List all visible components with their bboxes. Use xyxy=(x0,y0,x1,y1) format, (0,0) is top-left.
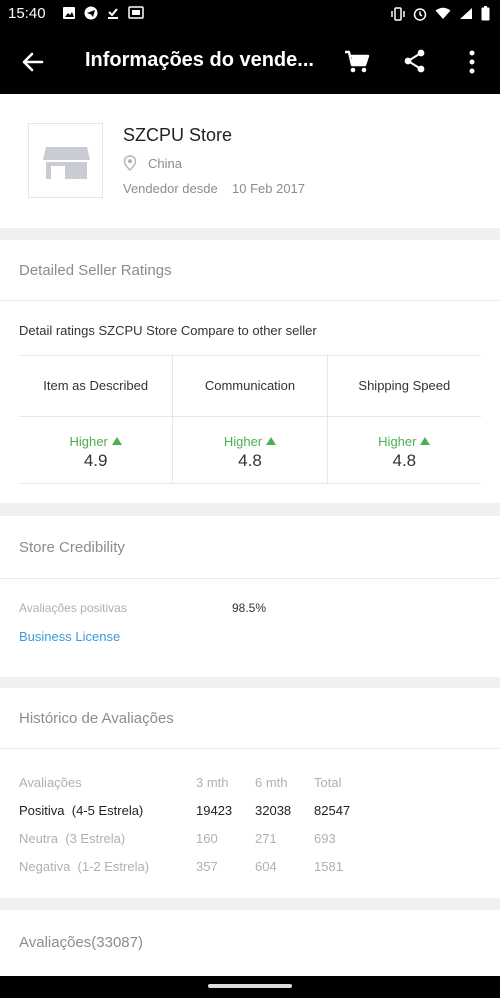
arrow-up-icon xyxy=(420,437,431,445)
section-title-ratings: Detailed Seller Ratings xyxy=(19,262,172,279)
arrow-left-icon xyxy=(22,52,44,72)
divider xyxy=(0,748,500,749)
cart-icon xyxy=(345,50,370,73)
store-icon xyxy=(43,147,90,179)
rating-column-item-described: Item as Described Higher 4.9 xyxy=(19,356,174,483)
rating-value: 4.8 xyxy=(392,451,417,470)
seller-card: SZCPU Store China Vendedor desde 10 Feb … xyxy=(0,94,500,228)
rating-column-shipping-speed: Shipping Speed Higher 4.8 xyxy=(327,356,481,483)
page-title: Informações do vende... xyxy=(85,49,314,71)
telegram-icon xyxy=(84,6,98,20)
rating-label: Communication xyxy=(173,356,327,417)
positive-ratings-label: Avaliações positivas xyxy=(19,601,127,615)
image-icon xyxy=(63,7,75,19)
divider xyxy=(0,578,500,579)
app-bar: Informações do vende... xyxy=(0,28,500,94)
history-header-label: Avaliações xyxy=(19,775,82,790)
rating-history-card: Histórico de Avaliações Avaliações 3 mth… xyxy=(0,688,500,898)
notification-icons xyxy=(62,6,144,20)
home-gesture-handle[interactable] xyxy=(208,984,292,988)
history-row-positive-total: 82547 xyxy=(314,803,351,818)
store-logo xyxy=(28,123,103,198)
status-bar: 15:40 xyxy=(0,0,500,28)
comparison-text: Higher xyxy=(69,434,108,449)
share-button[interactable] xyxy=(402,48,428,74)
cart-button[interactable] xyxy=(343,48,371,76)
rating-label: Shipping Speed xyxy=(327,356,481,417)
business-license-link[interactable]: Business License xyxy=(19,629,120,644)
history-row-neutral-3mth: 160 xyxy=(196,831,218,846)
arrow-up-icon xyxy=(266,437,277,445)
rating-column-communication: Communication Higher 4.8 xyxy=(173,356,328,483)
history-row-positive-6mth: 32038 xyxy=(255,803,292,818)
seller-since-date: 10 Feb 2017 xyxy=(232,181,306,196)
rating-comparison: Higher xyxy=(173,434,326,449)
positive-ratings-value: 98.5% xyxy=(232,601,267,615)
share-icon xyxy=(404,49,425,73)
detailed-ratings-card: Detailed Seller Ratings Detail ratings S… xyxy=(0,240,500,503)
back-button[interactable] xyxy=(20,49,46,75)
rating-comparison: Higher xyxy=(328,434,481,449)
rating-value: 4.8 xyxy=(238,451,262,470)
divider xyxy=(0,300,500,301)
wifi-icon xyxy=(435,7,451,19)
comparison-text: Higher xyxy=(223,434,263,449)
battery-icon xyxy=(481,6,490,21)
signal-icon xyxy=(460,8,472,19)
download-done-icon xyxy=(108,8,118,19)
more-options-button[interactable] xyxy=(460,48,484,76)
rating-comparison: Higher xyxy=(19,434,172,449)
rating-label: Item as Described xyxy=(19,356,173,417)
store-country: China xyxy=(148,156,182,171)
rating-value: 4.9 xyxy=(83,451,108,470)
arrow-up-icon xyxy=(111,437,122,445)
status-time: 15:40 xyxy=(8,5,46,22)
history-row-negative-label: Negativa (1-2 Estrela) xyxy=(19,859,150,874)
reviews-card[interactable]: Avaliações(33087) xyxy=(0,910,500,976)
vibrate-icon xyxy=(391,6,405,21)
history-row-negative-3mth: 357 xyxy=(196,859,218,874)
reviews-title: Avaliações(33087) xyxy=(19,934,143,951)
history-row-positive-3mth: 19423 xyxy=(196,803,233,818)
history-header-3mth: 3 mth xyxy=(196,775,229,790)
alarm-icon xyxy=(413,7,427,21)
section-title-history: Histórico de Avaliações xyxy=(19,710,174,727)
history-row-positive-label: Positiva (4-5 Estrela) xyxy=(19,803,144,818)
history-header-6mth: 6 mth xyxy=(255,775,288,790)
history-header-total: Total xyxy=(314,775,342,790)
store-name: SZCPU Store xyxy=(123,125,233,145)
history-row-negative-6mth: 604 xyxy=(255,859,277,874)
ratings-table: Item as Described Higher 4.9 Communicati… xyxy=(19,355,481,484)
cast-icon xyxy=(128,6,144,19)
history-row-neutral-6mth: 271 xyxy=(255,831,277,846)
history-row-neutral-total: 693 xyxy=(314,831,336,846)
more-vertical-icon xyxy=(469,50,475,74)
section-title-credibility: Store Credibility xyxy=(19,539,125,556)
location-pin-icon xyxy=(123,155,137,171)
ratings-description: Detail ratings SZCPU Store Compare to ot… xyxy=(19,323,317,338)
store-credibility-card: Store Credibility Avaliações positivas 9… xyxy=(0,516,500,677)
comparison-text: Higher xyxy=(378,434,417,449)
history-row-neutral-label: Neutra (3 Estrela) xyxy=(19,831,126,846)
seller-since-label: Vendedor desde xyxy=(123,181,218,196)
navigation-bar xyxy=(0,976,500,998)
system-icons xyxy=(391,6,490,21)
history-row-negative-total: 1581 xyxy=(314,859,343,874)
